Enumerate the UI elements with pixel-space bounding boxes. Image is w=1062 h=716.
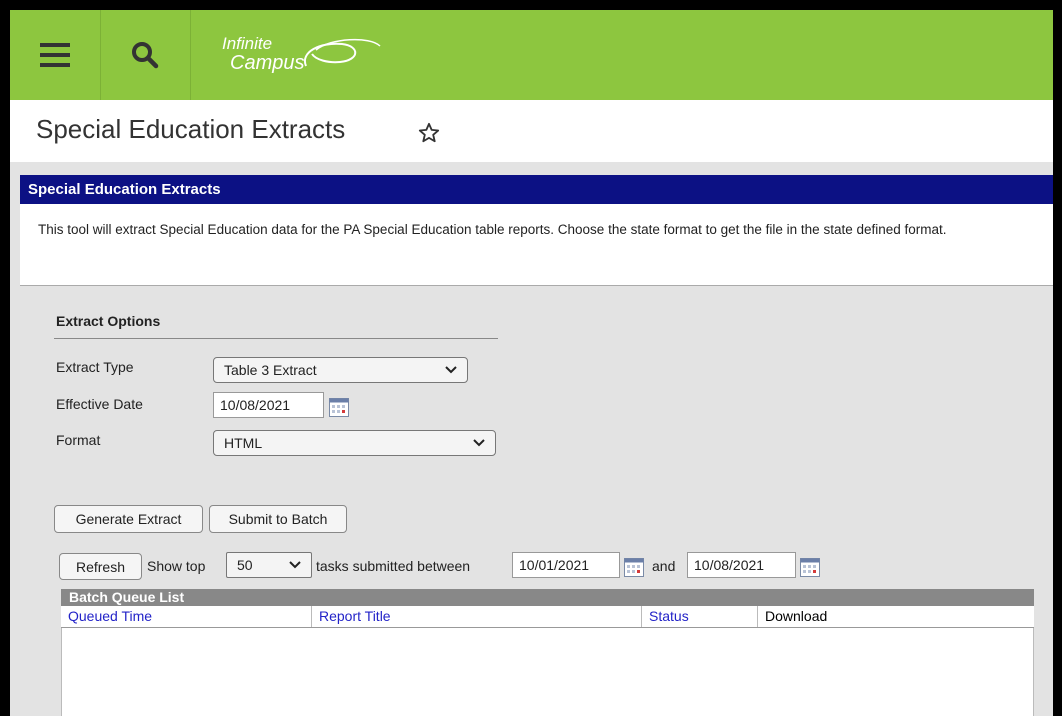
- format-select[interactable]: HTML: [213, 430, 496, 456]
- and-label: and: [652, 558, 676, 574]
- chevron-down-icon: [445, 366, 457, 374]
- section-description: This tool will extract Special Education…: [20, 204, 1053, 286]
- star-outline-icon[interactable]: [418, 122, 440, 144]
- chevron-down-icon: [289, 561, 301, 569]
- extract-type-label: Extract Type: [56, 359, 134, 375]
- show-top-label: Show top: [147, 558, 206, 574]
- column-download: Download: [765, 608, 828, 624]
- batch-queue-list-body: [61, 628, 1034, 716]
- extract-type-select[interactable]: Table 3 Extract: [213, 357, 468, 383]
- generate-extract-button[interactable]: Generate Extract: [54, 505, 203, 533]
- refresh-button[interactable]: Refresh: [59, 553, 142, 580]
- calendar-icon[interactable]: [624, 558, 644, 577]
- batch-queue-column-headers: Queued Time Report Title Status Download: [61, 606, 1034, 628]
- end-date-input[interactable]: 10/08/2021: [687, 552, 796, 578]
- column-status[interactable]: Status: [642, 606, 758, 627]
- submit-to-batch-button[interactable]: Submit to Batch: [209, 505, 347, 533]
- top-count-select[interactable]: 50: [226, 552, 312, 578]
- divider: [54, 338, 498, 339]
- hamburger-menu-icon: [40, 43, 70, 67]
- search-button[interactable]: [100, 10, 191, 100]
- column-queued-time[interactable]: Queued Time: [61, 606, 312, 627]
- extract-options-heading: Extract Options: [56, 313, 161, 329]
- extract-type-value: Table 3 Extract: [224, 362, 317, 378]
- format-value: HTML: [224, 435, 263, 451]
- top-navigation-bar: Infinite Campus: [10, 10, 1053, 100]
- app-window: Infinite Campus Special Education Extrac…: [10, 10, 1053, 716]
- page-title: Special Education Extracts: [36, 114, 346, 144]
- calendar-icon[interactable]: [800, 558, 820, 577]
- top-count-value: 50: [237, 557, 253, 573]
- format-label: Format: [56, 432, 101, 448]
- batch-queue-header: Batch Queue List: [61, 589, 1034, 606]
- section-header: Special Education Extracts: [20, 175, 1053, 204]
- logo-text-infinite: Infinite: [222, 34, 273, 53]
- menu-button[interactable]: [10, 10, 101, 100]
- tasks-between-label: tasks submitted between: [316, 558, 471, 574]
- calendar-icon[interactable]: [329, 398, 349, 417]
- effective-date-input[interactable]: 10/08/2021: [213, 392, 324, 418]
- search-icon: [132, 42, 159, 69]
- chevron-down-icon: [473, 439, 485, 447]
- page-title-bar: Special Education Extracts: [10, 100, 1053, 162]
- effective-date-label: Effective Date: [56, 396, 143, 412]
- start-date-input[interactable]: 10/01/2021: [512, 552, 620, 578]
- infinite-campus-logo[interactable]: Infinite Campus: [220, 30, 390, 84]
- column-report-title[interactable]: Report Title: [312, 606, 642, 627]
- logo-text-campus: Campus: [230, 52, 305, 74]
